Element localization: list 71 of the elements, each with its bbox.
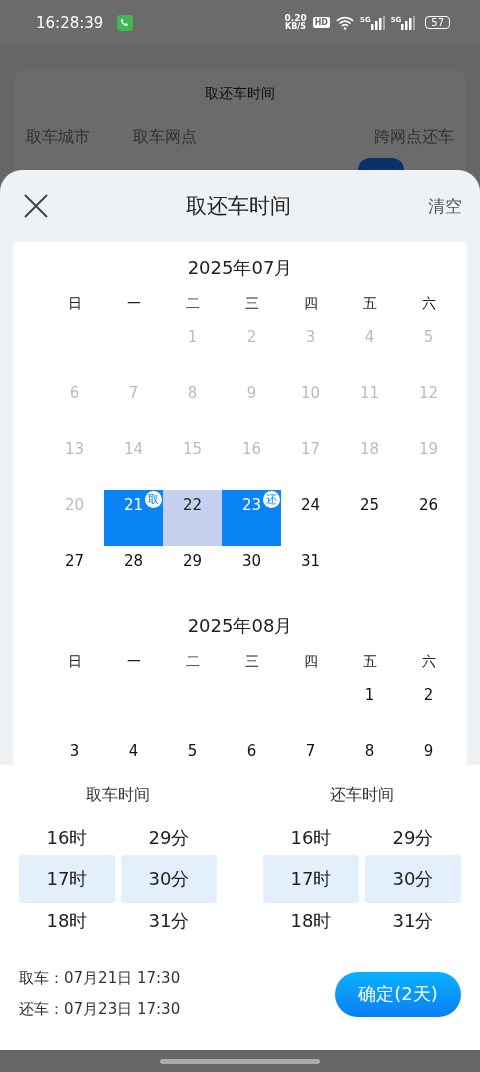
month-title: 2025年08月 — [186, 614, 294, 638]
weekday-label: 三 — [243, 295, 260, 313]
weekday-label: 二 — [184, 295, 201, 313]
signal-icon — [401, 15, 416, 30]
picker-option[interactable]: 16时 — [263, 817, 359, 858]
signal-icon — [370, 15, 385, 30]
net-speed: 0.20 — [284, 14, 307, 22]
summary-text: 还车：07月23日 17:30 — [19, 1000, 182, 1019]
picker-option[interactable]: 31分 — [121, 900, 217, 941]
month-title: 2025年07月 — [186, 256, 294, 280]
summary-text: 取车：07月21日 17:30 — [19, 969, 182, 988]
day-cell[interactable]: 2 — [399, 680, 458, 736]
day-cell[interactable]: 28 — [104, 546, 163, 602]
day-cell[interactable]: 3 — [45, 736, 104, 765]
status-time: 16:28:39 — [36, 13, 104, 32]
weekday-label: 六 — [420, 295, 437, 313]
weekday-label: 六 — [420, 653, 437, 671]
picker-title: 还车时间 — [329, 785, 395, 806]
day-cell[interactable]: 7 — [281, 736, 340, 765]
day-cell[interactable]: 23 还 — [222, 490, 281, 546]
picker-option[interactable]: 16时 — [19, 817, 115, 858]
page-title: 取还车时间 — [204, 85, 276, 103]
weekday-label: 一 — [125, 295, 142, 313]
picker-option[interactable]: 30分 — [121, 855, 217, 903]
weekday-label: 五 — [361, 295, 378, 313]
day-cell[interactable]: 26 — [399, 490, 458, 546]
phone-icon — [117, 14, 134, 31]
weekday-label: 五 — [361, 653, 378, 671]
day-cell[interactable]: 31 — [281, 546, 340, 602]
day-cell[interactable]: 27 — [45, 546, 104, 602]
day-cell[interactable]: 29 — [163, 546, 222, 602]
day-cell[interactable]: 21 取 — [104, 490, 163, 546]
day-cell[interactable]: 24 — [281, 490, 340, 546]
weekday-label: 二 — [184, 653, 201, 671]
field-label: 跨网点还车 — [374, 127, 454, 148]
weekday-label: 日 — [66, 653, 83, 671]
day-badge: 还 — [263, 491, 280, 508]
battery-indicator: 57 — [425, 16, 450, 29]
day-cell[interactable]: 6 — [222, 736, 281, 765]
weekday-label: 四 — [302, 295, 319, 313]
picker-option[interactable]: 18时 — [19, 900, 115, 941]
sheet-title: 取还车时间 — [184, 193, 292, 220]
day-cell[interactable]: 30 — [222, 546, 281, 602]
weekday-label: 一 — [125, 653, 142, 671]
day-cell[interactable]: 25 — [340, 490, 399, 546]
weekday-label: 三 — [243, 653, 260, 671]
picker-title: 取车时间 — [85, 785, 151, 806]
picker-option[interactable]: 17时 — [19, 855, 115, 903]
day-badge: 取 — [145, 491, 162, 508]
picker-option[interactable]: 18时 — [263, 900, 359, 941]
picker-option[interactable]: 30分 — [365, 855, 461, 903]
day-cell[interactable]: 4 — [104, 736, 163, 765]
picker-option[interactable]: 17时 — [263, 855, 359, 903]
day-cell[interactable]: 8 — [340, 736, 399, 765]
clear-button[interactable]: 清空 — [428, 194, 462, 218]
day-cell[interactable]: 5 — [163, 736, 222, 765]
day-cell[interactable]: 1 — [340, 680, 399, 736]
net-speed-unit: KB/S — [285, 22, 307, 31]
picker-option[interactable]: 29分 — [365, 817, 461, 858]
picker-option[interactable]: 29分 — [121, 817, 217, 858]
hd-badge: HD — [312, 17, 330, 28]
home-indicator[interactable] — [160, 1058, 320, 1064]
picker-option[interactable]: 31分 — [365, 900, 461, 941]
day-cell[interactable]: 22 — [163, 490, 222, 546]
field-label: 取车网点 — [133, 127, 198, 148]
field-label: 取车城市 — [26, 127, 91, 148]
close-icon[interactable] — [24, 194, 48, 218]
weekday-label: 日 — [66, 295, 83, 313]
wifi-icon — [336, 15, 354, 30]
day-cell[interactable]: 9 — [399, 736, 458, 765]
weekday-label: 四 — [302, 653, 319, 671]
